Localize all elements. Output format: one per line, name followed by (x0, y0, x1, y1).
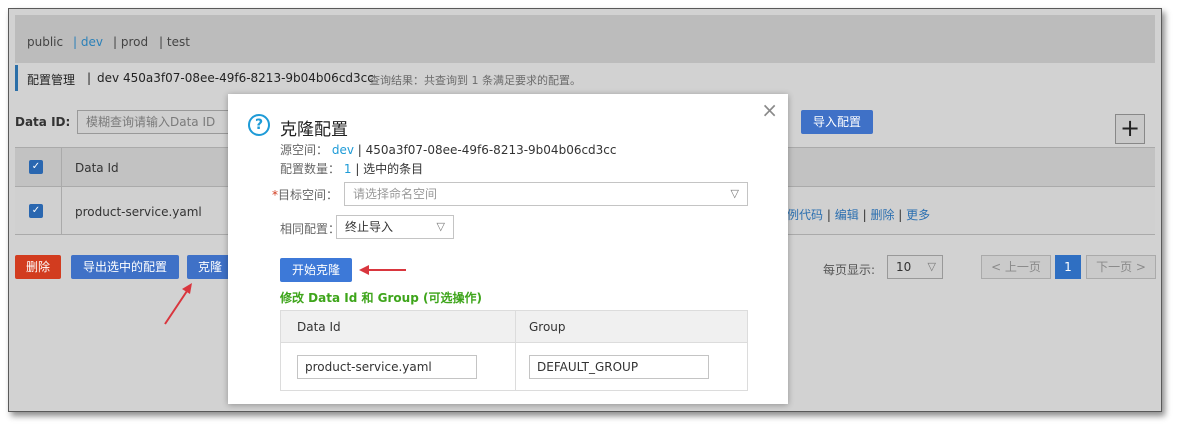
column-divider (61, 187, 62, 234)
header-namespace-id: 450a3f07-08ee-49f6-8213-9b04b06cd3cc (123, 71, 374, 85)
column-header-group: Group (529, 320, 566, 334)
action-separator: | (862, 208, 867, 222)
add-config-button[interactable]: + (1115, 114, 1145, 144)
header-namespace: dev (97, 71, 120, 85)
same-config-policy-select[interactable]: 终止导入 ▽ (336, 215, 454, 239)
source-namespace-line: 源空间： dev | 450a3f07-08ee-49f6-8213-9b04b… (280, 141, 617, 158)
row-actions: 示例代码 | 编辑 | 删除 | 更多 (775, 206, 930, 223)
chevron-down-icon: ▽ (436, 220, 445, 233)
page-size-select[interactable]: 10 ▽ (887, 255, 943, 279)
row-checkbox[interactable]: ✓ (29, 204, 43, 218)
count-label: 配置数量： (280, 162, 341, 176)
import-config-button[interactable]: 导入配置 (801, 110, 873, 134)
row-data-id: product-service.yaml (75, 205, 202, 219)
modify-table-header (281, 311, 747, 343)
source-namespace-link[interactable]: dev (332, 143, 354, 157)
source-namespace-id: | 450a3f07-08ee-49f6-8213-9b04b06cd3cc (357, 143, 617, 157)
target-namespace-label: *目标空间： (272, 186, 338, 203)
source-label: 源空间： (280, 143, 329, 157)
chevron-down-icon: ▽ (730, 187, 739, 200)
target-namespace-placeholder: 请选择命名空间 (353, 187, 438, 201)
namespace-tab-dev-label: | dev (73, 35, 103, 49)
target-namespace-label-text: 目标空间： (278, 188, 339, 202)
page-size-label: 每页显示: (823, 263, 876, 277)
namespace-tab-public[interactable]: public (27, 35, 63, 49)
namespace-tab-test[interactable]: | test (159, 35, 190, 49)
column-header-data-id: Data Id (297, 320, 341, 334)
screenshot-frame: public | dev | prod | test 配置管理 | dev 45… (8, 8, 1162, 412)
query-result-text: 查询结果：共查询到 1 条满足要求的配置。 (369, 74, 581, 87)
annotation-arrow-icon (164, 283, 192, 325)
start-clone-button[interactable]: 开始克隆 (280, 258, 352, 282)
column-header-data-id: Data Id (75, 161, 119, 175)
clone-config-dialog: × ? 克隆配置 源空间： dev | 450a3f07-08ee-49f6-8… (228, 94, 788, 404)
same-config-policy-value: 终止导入 (345, 220, 394, 234)
prev-page-button[interactable]: < 上一页 (981, 255, 1051, 279)
annotation-arrow-icon (359, 265, 406, 275)
delete-link[interactable]: 删除 (870, 208, 894, 222)
help-icon: ? (248, 114, 270, 136)
page-title: 配置管理 (27, 73, 76, 87)
namespace-tab-dev[interactable]: | dev (73, 35, 103, 49)
select-all-checkbox[interactable]: ✓ (29, 160, 43, 174)
modify-id-group-title: 修改 Data Id 和 Group (可选操作) (280, 291, 482, 305)
column-divider (515, 311, 516, 390)
page-size-value: 10 (896, 260, 912, 274)
modify-id-group-table: Data Id Group product-service.yaml DEFAU… (280, 310, 748, 391)
header-accent-bar (15, 65, 18, 91)
clone-button[interactable]: 克隆 (187, 255, 233, 279)
group-field[interactable]: DEFAULT_GROUP (529, 355, 709, 379)
data-id-search-input[interactable]: 模糊查询请输入Data ID (77, 110, 237, 134)
action-separator: | (898, 208, 903, 222)
config-count-line: 配置数量： 1 | 选中的条目 (280, 160, 423, 177)
data-id-label: Data ID: (15, 115, 71, 129)
count-value: 1 (343, 162, 352, 176)
target-namespace-select[interactable]: 请选择命名空间 ▽ (344, 182, 748, 206)
chevron-down-icon: ▽ (927, 260, 936, 273)
header-separator: | (87, 71, 92, 85)
data-id-field[interactable]: product-service.yaml (297, 355, 477, 379)
namespace-bar: public | dev | prod | test (15, 15, 1155, 63)
action-separator: | (826, 208, 831, 222)
export-selected-button[interactable]: 导出选中的配置 (71, 255, 179, 279)
more-link[interactable]: 更多 (906, 208, 930, 222)
page-number-button[interactable]: 1 (1055, 255, 1081, 279)
next-page-button[interactable]: 下一页 > (1086, 255, 1156, 279)
dialog-title: 克隆配置 (280, 120, 348, 140)
close-icon[interactable]: × (761, 100, 778, 120)
count-description: | 选中的条目 (355, 162, 424, 176)
namespace-tab-prod[interactable]: | prod (113, 35, 148, 49)
same-config-label: 相同配置： (280, 222, 341, 236)
edit-link[interactable]: 编辑 (835, 208, 859, 222)
page-header: 配置管理 | dev 450a3f07-08ee-49f6-8213-9b04b… (15, 65, 1155, 95)
delete-button[interactable]: 删除 (15, 255, 61, 279)
column-divider (61, 148, 62, 186)
